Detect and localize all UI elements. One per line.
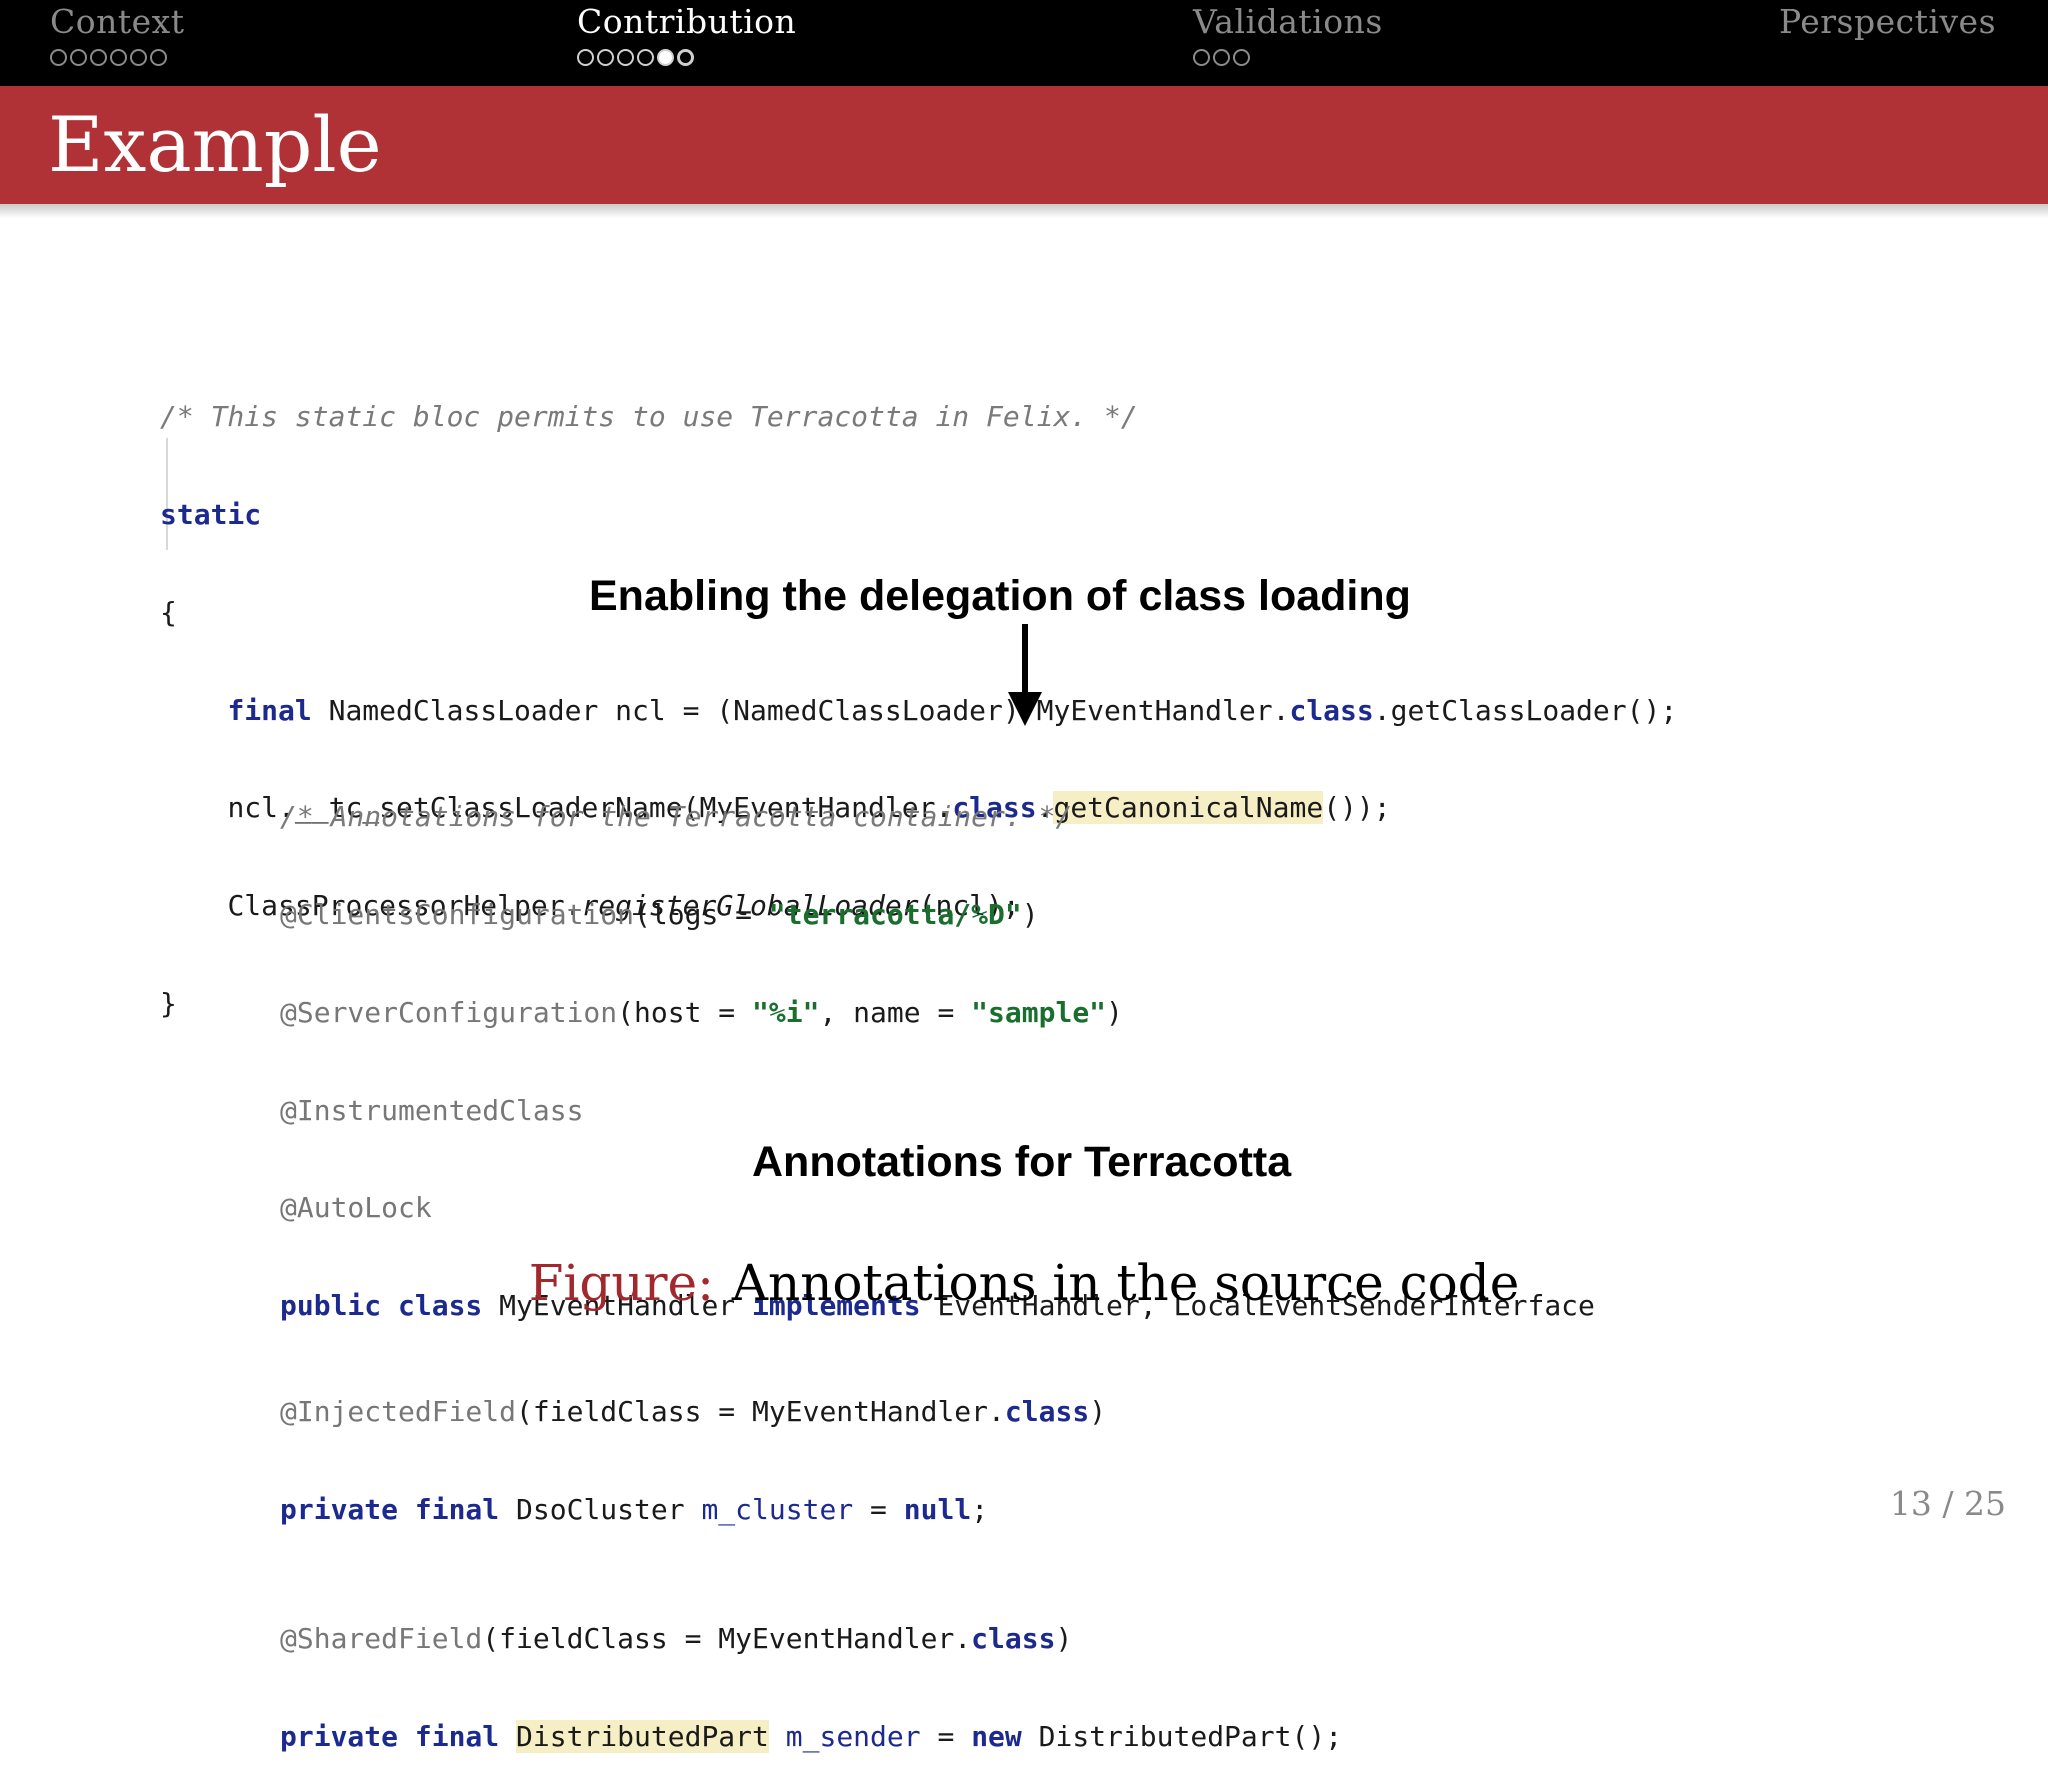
caption-delegation: Enabling the delegation of class loading — [589, 572, 1411, 620]
code-keyword: class — [971, 1622, 1056, 1656]
code-text: ; — [971, 1492, 989, 1526]
nav-progress-dots — [577, 49, 796, 66]
code-keyword: final — [227, 693, 312, 727]
code-text: DsoCluster — [499, 1492, 702, 1526]
code-text: ) — [1106, 995, 1123, 1029]
nav-section-title[interactable]: Validations — [1193, 0, 1383, 44]
code-text: , name = — [819, 995, 972, 1029]
nav-progress-dot[interactable] — [1193, 49, 1210, 66]
code-text: ) — [1089, 1394, 1107, 1428]
arrow-head-icon — [1008, 692, 1042, 726]
code-keyword: class — [1289, 693, 1374, 727]
code-comment: /* Annotations for the Terracotta contai… — [280, 800, 1073, 834]
title-band: Example — [0, 86, 2048, 218]
code-text: (host = — [617, 995, 753, 1029]
code-string: "terracotta/%D" — [768, 897, 1022, 931]
code-text: ) — [1021, 897, 1039, 931]
code-text: (fieldClass = MyEventHandler. — [482, 1622, 972, 1656]
caption-annotations: Annotations for Terracotta — [752, 1138, 1292, 1186]
figure-label: Figure: — [528, 1254, 714, 1312]
nav-progress-dot[interactable] — [150, 49, 167, 66]
nav-section-contribution[interactable]: Contribution — [577, 0, 796, 66]
code-highlight: DistributedPart — [516, 1720, 769, 1754]
code-annotation: @ClientsConfiguration — [280, 897, 635, 931]
code-string: "sample" — [971, 995, 1107, 1029]
nav-progress-dot[interactable] — [597, 49, 614, 66]
nav-progress-dot[interactable] — [1233, 49, 1250, 66]
code-keyword: new — [971, 1720, 1022, 1754]
code-text: .getClassLoader(); — [1373, 693, 1678, 727]
page-number: 13 / 25 — [1889, 1484, 2006, 1523]
code-field: m_sender — [785, 1720, 921, 1754]
navigation-bar: Context Contribution Validations Perspec… — [0, 0, 2048, 86]
code-keyword: static — [160, 497, 262, 531]
nav-progress-dot[interactable] — [50, 49, 67, 66]
code-annotation: @SharedField — [280, 1622, 483, 1656]
nav-progress-dots — [1193, 49, 1383, 66]
code-annotation: @InjectedField — [280, 1394, 517, 1428]
code-comment: /* This static bloc permits to use Terra… — [160, 400, 1138, 434]
nav-progress-dot[interactable] — [90, 49, 107, 66]
down-arrow-icon — [1022, 624, 1028, 694]
nav-progress-dot[interactable] — [110, 49, 127, 66]
code-text: = — [920, 1720, 972, 1754]
slide-title: Example — [48, 100, 382, 189]
nav-section-validations[interactable]: Validations — [1193, 0, 1383, 66]
code-keyword: class — [1004, 1394, 1090, 1428]
nav-section-context[interactable]: Context — [50, 0, 185, 66]
nav-progress-dot[interactable] — [577, 49, 594, 66]
code-text: NamedClassLoader ncl = (NamedClassLoader… — [311, 693, 1290, 727]
nav-progress-dot[interactable] — [637, 49, 654, 66]
code-text: DistributedPart(); — [1021, 1720, 1343, 1754]
nav-progress-dot[interactable] — [70, 49, 87, 66]
nav-progress-dot[interactable] — [1213, 49, 1230, 66]
nav-section-perspectives[interactable]: Perspectives — [1779, 0, 1996, 49]
nav-progress-dot[interactable] — [617, 49, 634, 66]
nav-progress-dot[interactable] — [657, 49, 674, 66]
code-brace: } — [160, 986, 177, 1020]
nav-section-title[interactable]: Contribution — [577, 0, 796, 44]
nav-progress-dot[interactable] — [677, 49, 694, 66]
code-keyword: private final — [280, 1492, 500, 1526]
code-text: ) — [1055, 1622, 1073, 1656]
code-keyword: null — [903, 1492, 972, 1526]
code-text: = — [853, 1492, 904, 1526]
code-text: (logs = — [634, 897, 769, 931]
code-keyword: private final — [280, 1720, 500, 1754]
code-text: (fieldClass = MyEventHandler. — [516, 1394, 1005, 1428]
figure-caption: Figure: Annotations in the source code — [0, 1254, 2048, 1312]
code-field: m_cluster — [701, 1492, 854, 1526]
code-annotation: @ServerConfiguration — [280, 995, 618, 1029]
nav-progress-dots — [50, 49, 185, 66]
nav-section-title[interactable]: Context — [50, 0, 185, 44]
nav-section-title[interactable]: Perspectives — [1779, 0, 1996, 44]
nav-progress-dot[interactable] — [130, 49, 147, 66]
code-string: "%i" — [752, 995, 820, 1029]
figure-text: Annotations in the source code — [731, 1254, 1520, 1312]
code-brace: { — [160, 595, 177, 629]
code-annotation: @AutoLock — [280, 1191, 432, 1225]
code-annotation: @InstrumentedClass — [280, 1093, 584, 1127]
